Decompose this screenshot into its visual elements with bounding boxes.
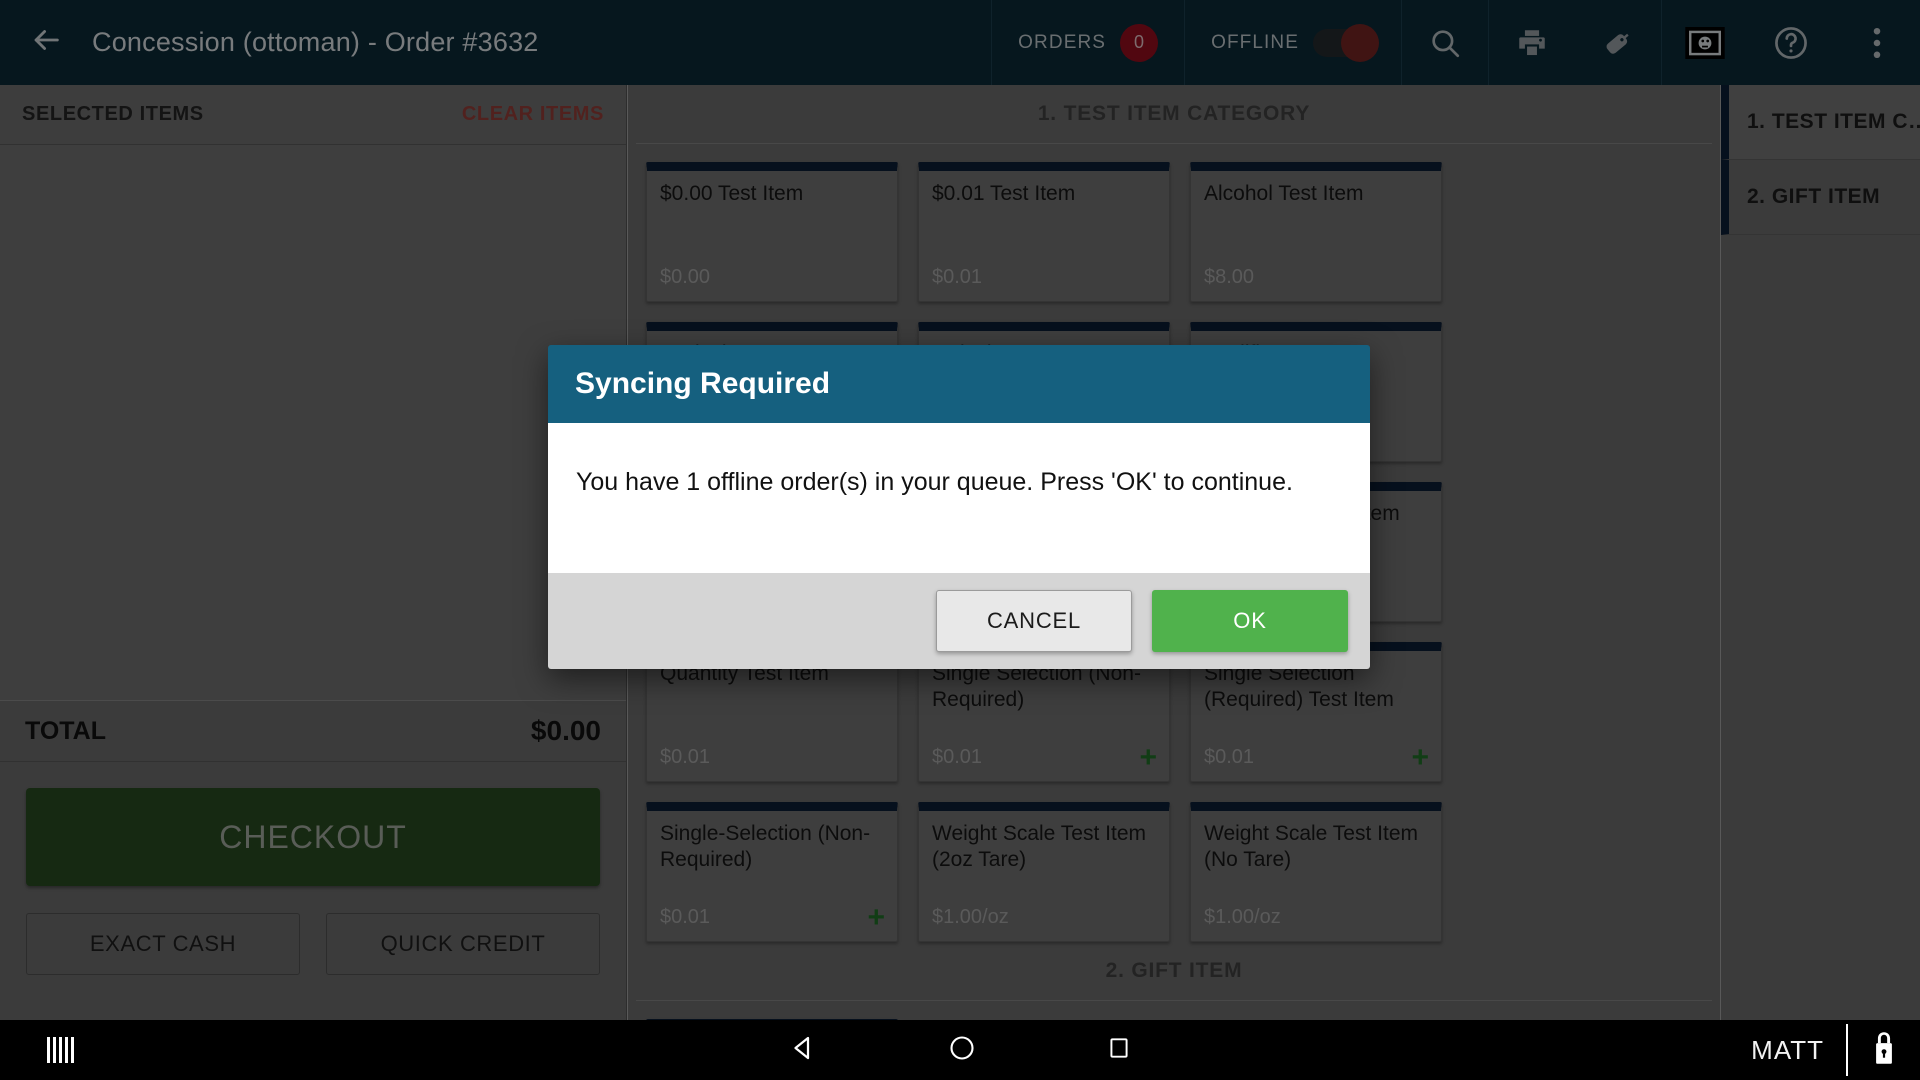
syncing-required-dialog: Syncing Required You have 1 offline orde…	[548, 345, 1370, 669]
dialog-footer: CANCEL OK	[548, 573, 1370, 669]
nav-buttons	[0, 1020, 1920, 1080]
cancel-button[interactable]: CANCEL	[936, 590, 1132, 652]
lock-icon	[1871, 1031, 1897, 1070]
nav-home-button[interactable]	[948, 1034, 976, 1067]
lock-button[interactable]	[1848, 1031, 1920, 1070]
nav-home-icon	[948, 1035, 976, 1066]
nav-recents-button[interactable]	[1106, 1035, 1132, 1066]
nav-status-area: MATT	[1751, 1020, 1920, 1080]
system-navigation-bar: MATT	[0, 1020, 1920, 1080]
dialog-message: You have 1 offline order(s) in your queu…	[576, 468, 1293, 496]
ok-button[interactable]: OK	[1152, 590, 1348, 652]
nav-recents-icon	[1106, 1037, 1132, 1065]
screen: Concession (ottoman) - Order #3632 ORDER…	[0, 0, 1920, 1080]
dialog-body: You have 1 offline order(s) in your queu…	[548, 423, 1370, 573]
dialog-title: Syncing Required	[575, 367, 831, 400]
nav-back-icon	[788, 1036, 818, 1067]
current-user-label: MATT	[1751, 1034, 1824, 1065]
dialog-header: Syncing Required	[548, 345, 1370, 423]
nav-back-button[interactable]	[788, 1033, 818, 1068]
